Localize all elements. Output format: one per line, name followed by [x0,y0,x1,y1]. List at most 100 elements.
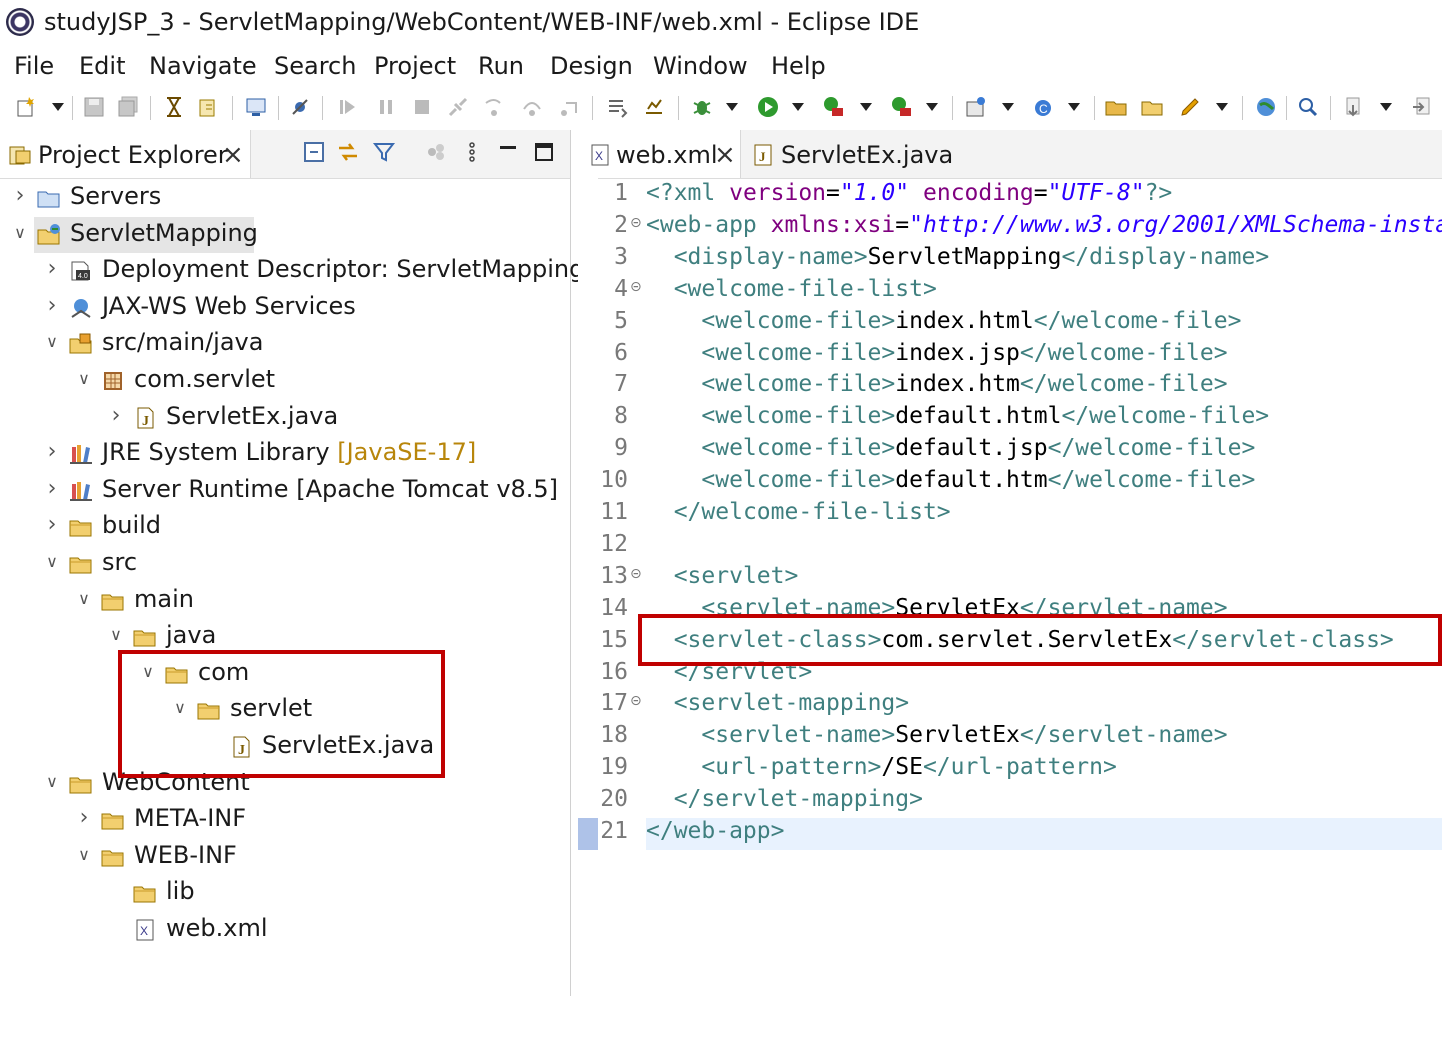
tree-item[interactable]: › JAX-WS Web Services [0,290,570,326]
new-server-icon[interactable] [964,95,988,119]
close-icon[interactable]: × [714,142,736,168]
menu-design[interactable]: Design [550,52,633,80]
menu-file[interactable]: File [14,52,54,80]
view-menu-icon[interactable] [460,140,484,164]
tree-item[interactable]: › build [0,509,570,545]
minimize-icon[interactable] [496,140,520,164]
run-dropdown-icon[interactable] [792,103,804,111]
chevron-right-icon[interactable]: › [42,441,62,463]
last-edit-icon[interactable] [1410,95,1434,119]
menu-navigate[interactable]: Navigate [149,52,257,80]
fold-toggle-icon[interactable]: ⊝ [630,693,642,709]
coverage-dropdown-icon[interactable] [860,103,872,111]
globe-icon[interactable] [1254,95,1278,119]
menu-search[interactable]: Search [274,52,356,80]
edit-icon[interactable] [1178,95,1202,119]
tree-item[interactable]: ∨ main [0,583,570,619]
filter-icon[interactable] [372,140,396,164]
chevron-down-icon[interactable]: ∨ [10,223,30,243]
open-resource-icon[interactable] [196,95,220,119]
code-text-area[interactable]: <?xml version="1.0" encoding="UTF-8"?> <w… [646,178,1442,1044]
debug-dropdown-icon[interactable] [726,103,738,111]
tree-item[interactable]: ∨ WEB-INF [0,839,570,875]
save-all-icon[interactable] [116,95,140,119]
tree-item[interactable]: Xweb.xml [0,912,570,948]
external-tools-dropdown-icon[interactable] [926,103,938,111]
new-class-dropdown-icon[interactable] [1068,103,1080,111]
next-edit-icon[interactable] [1342,95,1366,119]
tab-project-explorer[interactable]: Project Explorer × [0,130,251,178]
chevron-down-icon[interactable]: ∨ [74,369,94,389]
menu-run[interactable]: Run [478,52,524,80]
tree-item[interactable]: lib [0,875,570,911]
fold-toggle-icon[interactable]: ⊝ [630,566,642,582]
suspend-icon[interactable] [374,95,398,119]
new-java-class-icon[interactable]: C [1032,95,1056,119]
chevron-right-icon[interactable]: › [42,477,62,499]
menu-window[interactable]: Window [653,52,748,80]
tree-item[interactable]: › J ServletEx.java [0,400,570,436]
tree-item[interactable]: › JRE System Library [JavaSE-17] [0,436,570,472]
tree-item[interactable]: ∨ src [0,546,570,582]
tab-web-xml[interactable]: X web.xml × [578,130,741,178]
chevron-down-icon[interactable]: ∨ [42,332,62,352]
menu-project[interactable]: Project [374,52,456,80]
maximize-icon[interactable] [532,140,556,164]
new-server-dropdown-icon[interactable] [1002,103,1014,111]
search-icon[interactable] [1296,95,1320,119]
run-icon[interactable] [756,95,780,119]
tree-item[interactable]: › Servers [0,180,570,216]
tree-item[interactable]: › META-INF [0,802,570,838]
line-number: 21 [600,818,628,844]
chevron-right-icon[interactable]: › [106,404,126,426]
chevron-down-icon[interactable]: ∨ [74,845,94,865]
menu-help[interactable]: Help [771,52,826,80]
external-tools-icon[interactable] [890,95,914,119]
skip-breakpoints-icon[interactable] [288,95,312,119]
resume-icon[interactable] [336,95,360,119]
open-project-icon[interactable] [1104,95,1128,119]
step-into-icon[interactable] [482,95,506,119]
new-dropdown-icon[interactable] [52,103,64,111]
code-area[interactable]: 1 2 ⊝ 3 4 ⊝ 5 6 7 8 9 10 11 12 13 ⊝ 14 15 16 17 ⊝ 18 19 20 21 <?x… [578,178,1442,996]
fold-toggle-icon[interactable]: ⊝ [630,279,642,295]
folder-icon [132,624,158,650]
open-type-icon[interactable] [162,95,186,119]
edit-dropdown-icon[interactable] [1216,103,1228,111]
step-return-icon[interactable] [558,95,582,119]
chevron-right-icon[interactable]: › [74,807,94,829]
chevron-right-icon[interactable]: › [42,514,62,536]
chevron-right-icon[interactable]: › [42,258,62,280]
coverage-icon[interactable] [642,95,666,119]
next-edit-dropdown-icon[interactable] [1380,103,1392,111]
tree-item[interactable]: ∨ com.servlet [0,363,570,399]
chevron-down-icon[interactable]: ∨ [106,625,126,645]
run-coverage-icon[interactable] [822,95,846,119]
tree-item[interactable]: ∨ ServletMapping [0,216,570,253]
new-icon[interactable] [14,95,38,119]
tab-servletex-java[interactable]: J ServletEx.java [741,130,953,178]
chevron-down-icon[interactable]: ∨ [42,552,62,572]
focus-icon[interactable] [424,140,448,164]
save-icon[interactable] [82,95,106,119]
chevron-down-icon[interactable]: ∨ [74,589,94,609]
menu-edit[interactable]: Edit [79,52,125,80]
open-folder-icon[interactable] [1140,95,1164,119]
step-over-icon[interactable] [520,95,544,119]
close-icon[interactable]: × [222,142,244,168]
chevron-right-icon[interactable]: › [42,294,62,316]
fold-toggle-icon[interactable]: ⊝ [630,215,642,231]
tree-item[interactable]: › Server Runtime [Apache Tomcat v8.5] [0,473,570,509]
collapse-all-icon[interactable] [302,140,326,164]
chevron-down-icon[interactable]: ∨ [42,772,62,792]
disconnect-icon[interactable] [446,95,470,119]
terminate-icon[interactable] [410,95,434,119]
debug-icon[interactable] [690,95,714,119]
tree-item[interactable]: ∨ src/main/java [0,326,570,362]
tree-item[interactable]: › 4.0 Deployment Descriptor: ServletMappin… [0,253,585,289]
console-icon[interactable] [244,95,268,119]
next-annotation-icon[interactable] [606,95,630,119]
chevron-right-icon[interactable]: › [10,185,30,207]
link-with-editor-icon[interactable] [336,140,360,164]
current-line-marker [578,818,598,850]
